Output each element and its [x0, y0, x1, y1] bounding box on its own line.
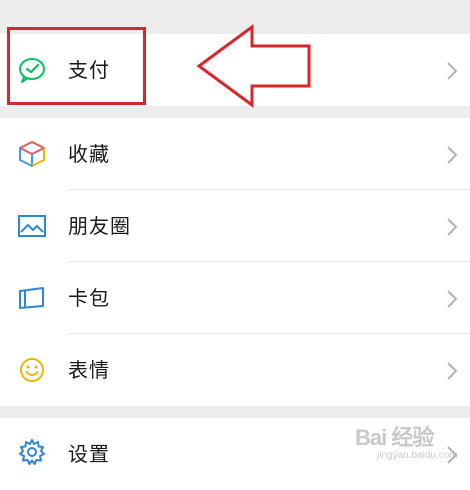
- menu-item-label: 设置: [68, 442, 110, 466]
- picture-icon: [18, 215, 46, 237]
- baidu-jingyan-watermark: Bai 经验 jingyan.baidu.com: [355, 418, 467, 466]
- chevron-right-icon: [447, 362, 458, 380]
- watermark-sub: jingyan.baidu.com: [377, 450, 458, 461]
- smiley-icon: [20, 358, 44, 382]
- menu-item-cards[interactable]: 卡包: [0, 262, 470, 334]
- menu-item-moments[interactable]: 朋友圈: [0, 190, 470, 262]
- annotation-highlight-box: [7, 27, 146, 105]
- card-wallet-icon: [19, 287, 44, 309]
- menu-item-favorites[interactable]: 收藏: [0, 118, 470, 190]
- chevron-right-icon: [447, 62, 458, 80]
- menu-item-stickers[interactable]: 表情: [0, 334, 470, 406]
- annotation-arrow-icon: [196, 24, 311, 108]
- menu-item-label: 表情: [68, 358, 110, 382]
- menu-item-label: 收藏: [68, 142, 110, 166]
- chevron-right-icon: [447, 290, 458, 308]
- menu-item-label: 朋友圈: [68, 214, 131, 238]
- watermark-main: Bai 经验: [355, 425, 434, 450]
- chevron-right-icon: [447, 218, 458, 236]
- chevron-right-icon: [447, 146, 458, 164]
- section-gap: [0, 406, 470, 418]
- cube-icon: [19, 141, 45, 167]
- gear-icon: [19, 439, 45, 465]
- menu-item-label: 卡包: [68, 286, 110, 310]
